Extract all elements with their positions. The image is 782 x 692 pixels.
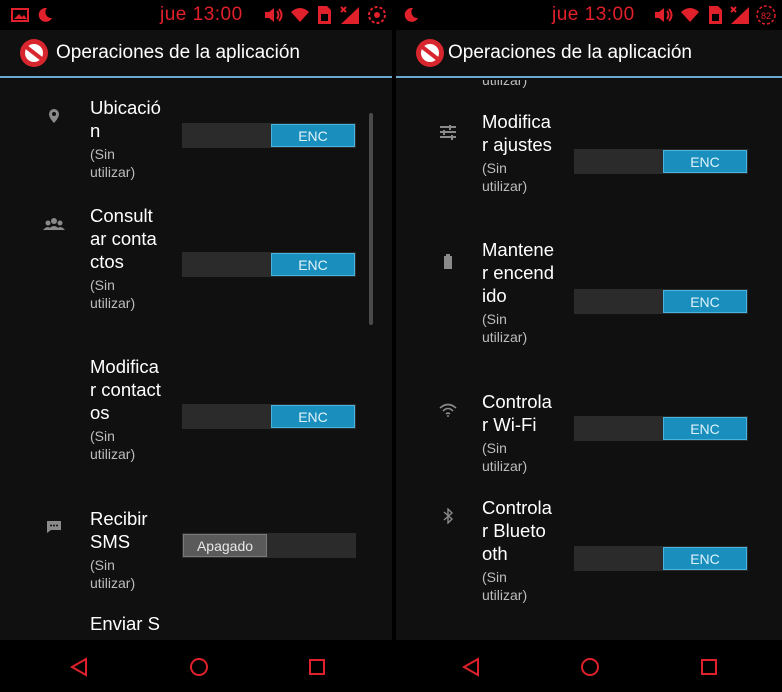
home-icon[interactable] xyxy=(575,652,605,682)
item-label: Modificar contactos (Sin utilizar) xyxy=(90,355,162,463)
battery-status-icon xyxy=(366,4,388,26)
toggle-knob: ENC xyxy=(663,547,747,570)
left-screen: jue 13:00 Operaciones de la aplicación U… xyxy=(0,0,392,640)
cell-signal-icon xyxy=(728,4,752,26)
action-bar: Operaciones de la aplicación xyxy=(396,30,782,78)
item-label: Ubicación (Sin utilizar) xyxy=(90,96,162,181)
location-pin-icon xyxy=(42,104,66,128)
wifi-signal-icon xyxy=(678,4,702,26)
wifi-icon xyxy=(436,398,460,422)
page-title: Operaciones de la aplicación xyxy=(448,42,692,63)
toggle-switch[interactable]: ENC xyxy=(182,252,356,277)
volume-icon xyxy=(652,4,676,26)
item-title: Ubicación xyxy=(90,97,161,141)
page-title: Operaciones de la aplicación xyxy=(56,42,300,63)
item-label: Enviar SMS xyxy=(90,612,162,640)
status-bar: jue 13:00 82 xyxy=(396,0,782,30)
toggle-knob: ENC xyxy=(663,150,747,173)
recent-apps-icon[interactable] xyxy=(694,652,724,682)
app-ops-icon[interactable] xyxy=(414,37,446,69)
item-title: Controlar Bluetooth xyxy=(482,497,552,564)
sim-card-icon xyxy=(315,4,333,26)
item-label: Controlar Bluetooth (Sin utilizar) xyxy=(482,496,554,604)
item-label: Mantener encendido (Sin utilizar) xyxy=(482,238,554,346)
toggle-knob: ENC xyxy=(663,417,747,440)
toggle-switch[interactable]: Apagado xyxy=(182,533,356,558)
item-title: Recibir SMS xyxy=(90,508,148,552)
toggle-switch[interactable]: ENC xyxy=(574,546,748,571)
item-label: Recibir SMS (Sin utilizar) xyxy=(90,507,162,592)
right-screen: jue 13:00 82 Operaciones de la aplicació… xyxy=(396,0,782,640)
toggle-knob: Apagado xyxy=(183,534,267,557)
toggle-knob: ENC xyxy=(663,290,747,313)
sms-message-icon xyxy=(42,515,66,539)
battery-level-icon: 82 xyxy=(754,4,778,26)
back-icon[interactable] xyxy=(456,652,486,682)
item-label: Modificar ajustes (Sin utilizar) xyxy=(482,110,554,195)
bluetooth-icon xyxy=(436,504,460,528)
action-bar: Operaciones de la aplicación xyxy=(0,30,392,78)
toggle-switch[interactable]: ENC xyxy=(574,149,748,174)
item-title: Modificar ajustes xyxy=(482,111,552,155)
item-label: Controlar Wi-Fi (Sin utilizar) xyxy=(482,390,554,475)
back-icon[interactable] xyxy=(64,652,94,682)
operations-list: Ubicación (Sin utilizar) ENC Consultar c… xyxy=(0,80,392,640)
item-label: Consultar contactos (Sin utilizar) xyxy=(90,204,162,312)
status-clock: jue 13:00 xyxy=(160,4,243,25)
cell-signal-icon xyxy=(338,4,362,26)
toggle-switch[interactable]: ENC xyxy=(574,289,748,314)
toggle-knob: ENC xyxy=(271,253,355,276)
item-title: Modificar contactos xyxy=(90,356,161,423)
toggle-knob: ENC xyxy=(271,405,355,428)
battery-icon xyxy=(436,250,460,274)
operations-list: utilizar) Modificar ajustes (Sin utiliza… xyxy=(396,80,782,640)
item-subtitle: utilizar) xyxy=(482,80,528,88)
item-title: Enviar SMS xyxy=(90,613,160,640)
scrollbar[interactable] xyxy=(369,113,373,325)
item-subtitle: (Sin utilizar) xyxy=(90,557,136,591)
item-subtitle: (Sin utilizar) xyxy=(482,569,528,603)
item-subtitle: (Sin utilizar) xyxy=(90,277,136,311)
toggle-switch[interactable]: ENC xyxy=(574,416,748,441)
item-title: Controlar Wi-Fi xyxy=(482,391,552,435)
item-subtitle: (Sin utilizar) xyxy=(90,428,136,462)
item-subtitle: (Sin utilizar) xyxy=(90,146,136,180)
moon-icon xyxy=(36,4,54,26)
status-clock: jue 13:00 xyxy=(552,4,635,25)
home-icon[interactable] xyxy=(184,652,214,682)
volume-icon xyxy=(262,4,286,26)
toggle-switch[interactable]: ENC xyxy=(182,404,356,429)
item-subtitle: (Sin utilizar) xyxy=(482,440,528,474)
image-notification-icon xyxy=(10,4,30,26)
moon-icon xyxy=(402,4,420,26)
battery-level-text: 82 xyxy=(761,11,771,21)
item-title: Mantener encendido xyxy=(482,239,554,306)
toggle-switch[interactable]: ENC xyxy=(182,123,356,148)
toggle-knob: ENC xyxy=(271,124,355,147)
sim-card-icon xyxy=(706,4,724,26)
wifi-signal-icon xyxy=(288,4,312,26)
navigation-bar xyxy=(0,640,782,692)
app-ops-icon[interactable] xyxy=(18,37,50,69)
item-subtitle: (Sin utilizar) xyxy=(482,160,528,194)
recent-apps-icon[interactable] xyxy=(302,652,332,682)
contacts-group-icon xyxy=(42,212,66,236)
item-title: Consultar contactos xyxy=(90,205,157,272)
item-subtitle: (Sin utilizar) xyxy=(482,311,528,345)
settings-sliders-icon xyxy=(436,120,460,144)
status-bar: jue 13:00 xyxy=(0,0,392,30)
